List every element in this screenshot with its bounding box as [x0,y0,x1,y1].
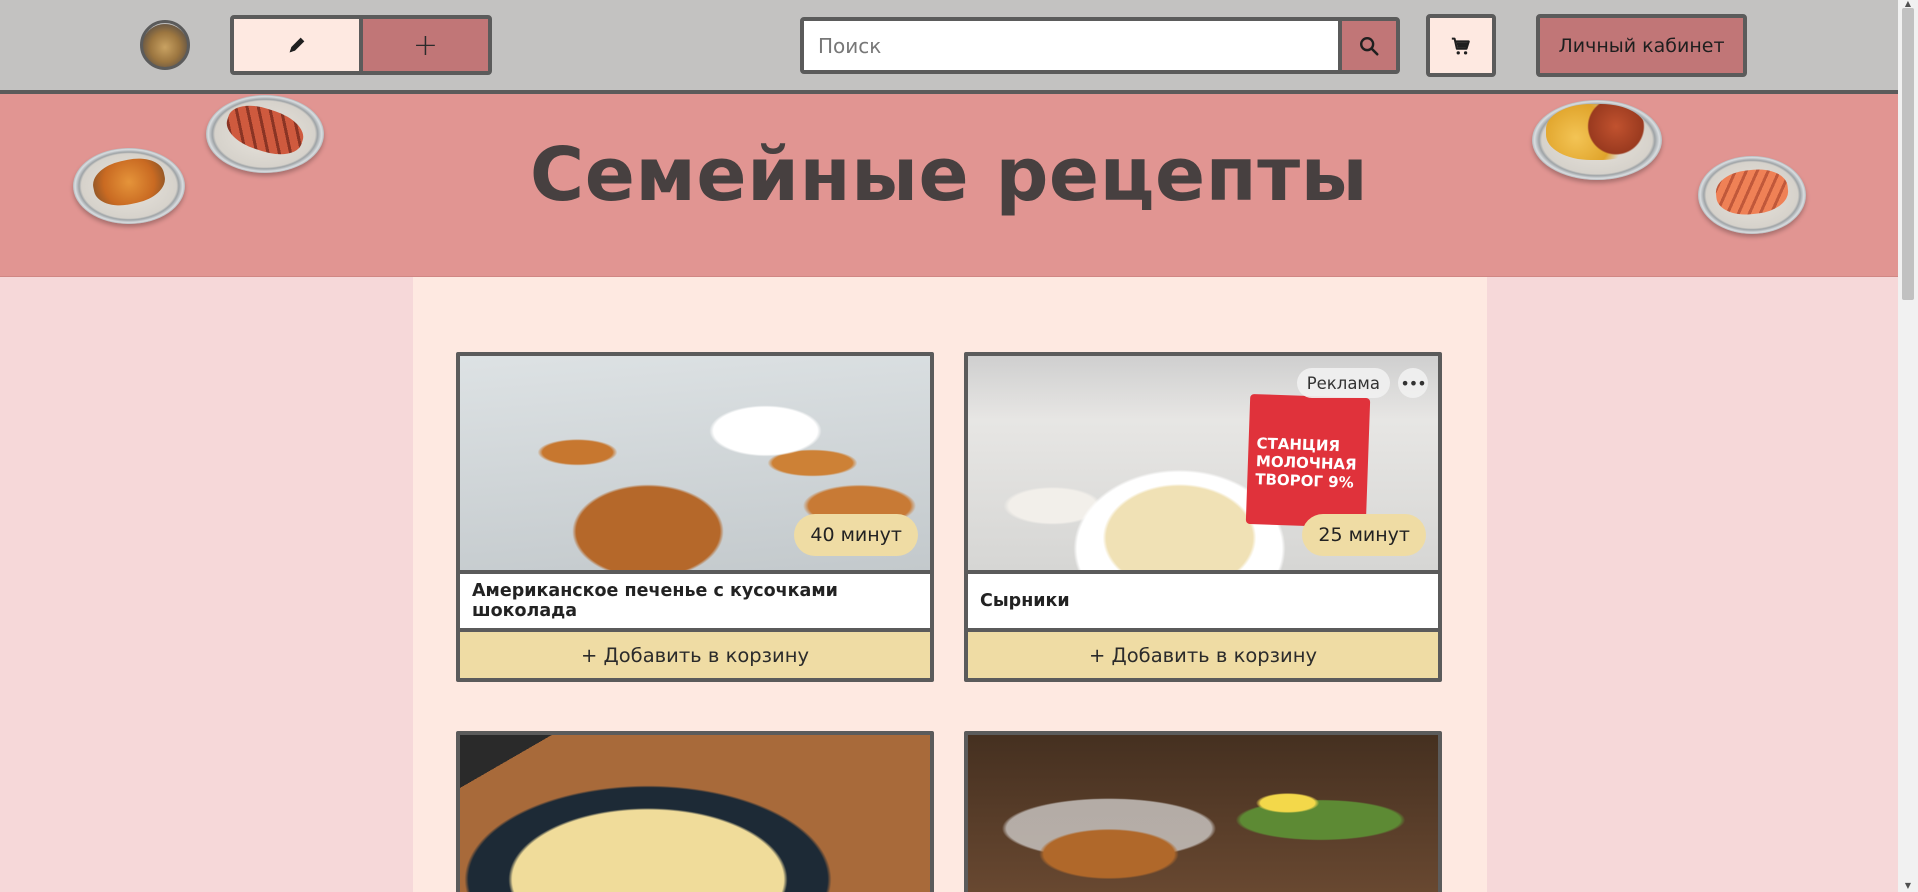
search-bar [800,17,1400,74]
recipe-card[interactable]: 40 минут Американское печенье с кусочкам… [456,352,934,682]
recipe-photo-herbal-tea[interactable] [968,735,1438,892]
cart-icon [1451,37,1470,55]
mode-toggle-group: + [230,15,492,75]
account-button-label: Личный кабинет [1558,34,1725,57]
pen-icon [289,37,304,53]
search-input[interactable] [804,21,1338,70]
recipe-photo-pancakes[interactable] [460,735,930,892]
cottage-cheese-pack-image: СТАНЦИЯ МОЛОЧНАЯ ТВОРОГ 9% [1245,393,1371,529]
cooking-time-badge: 25 минут [1302,514,1426,556]
top-navigation-bar: + Личный кабинет [0,0,1898,94]
add-to-cart-button[interactable]: + Добавить в корзину [968,632,1438,678]
recipe-photo-cookies[interactable]: 40 минут [460,356,930,574]
recipe-card[interactable]: СТАНЦИЯ МОЛОЧНАЯ ТВОРОГ 9% Реклама ••• 2… [964,352,1442,682]
hedgehog-avatar-icon[interactable] [140,20,190,70]
sausages-pasta-plate-icon [1532,100,1662,180]
search-icon [1360,36,1379,56]
pack-text: СТАНЦИЯ МОЛОЧНАЯ ТВОРОГ 9% [1255,434,1357,492]
cart-button[interactable] [1426,14,1496,77]
cooking-time-badge: 40 минут [794,514,918,556]
add-to-cart-button[interactable]: + Добавить в корзину [460,632,930,678]
scrollbar-thumb[interactable] [1902,8,1914,300]
recipe-photo-syrniki[interactable]: СТАНЦИЯ МОЛОЧНАЯ ТВОРОГ 9% Реклама ••• 2… [968,356,1438,574]
edit-mode-button[interactable] [234,19,363,71]
recipe-title[interactable]: Сырники [968,574,1438,632]
recipe-card[interactable] [456,731,934,892]
grilled-fish-plate-icon [206,95,324,173]
salmon-plate-icon [1698,156,1806,234]
add-recipe-label: + [412,27,439,63]
search-button[interactable] [1338,21,1396,70]
fish-plate-icon [73,148,185,224]
scroll-down-arrow-icon[interactable]: ▼ [1902,882,1914,890]
ad-more-options-button[interactable]: ••• [1398,368,1428,398]
scroll-up-arrow-icon[interactable]: ▲ [1902,0,1914,8]
recipe-title[interactable]: Американское печенье с кусочками шоколад… [460,574,930,632]
ad-label: Реклама [1296,368,1390,398]
account-button[interactable]: Личный кабинет [1536,14,1747,77]
recipe-card[interactable] [964,731,1442,892]
add-recipe-button[interactable]: + [363,19,488,71]
